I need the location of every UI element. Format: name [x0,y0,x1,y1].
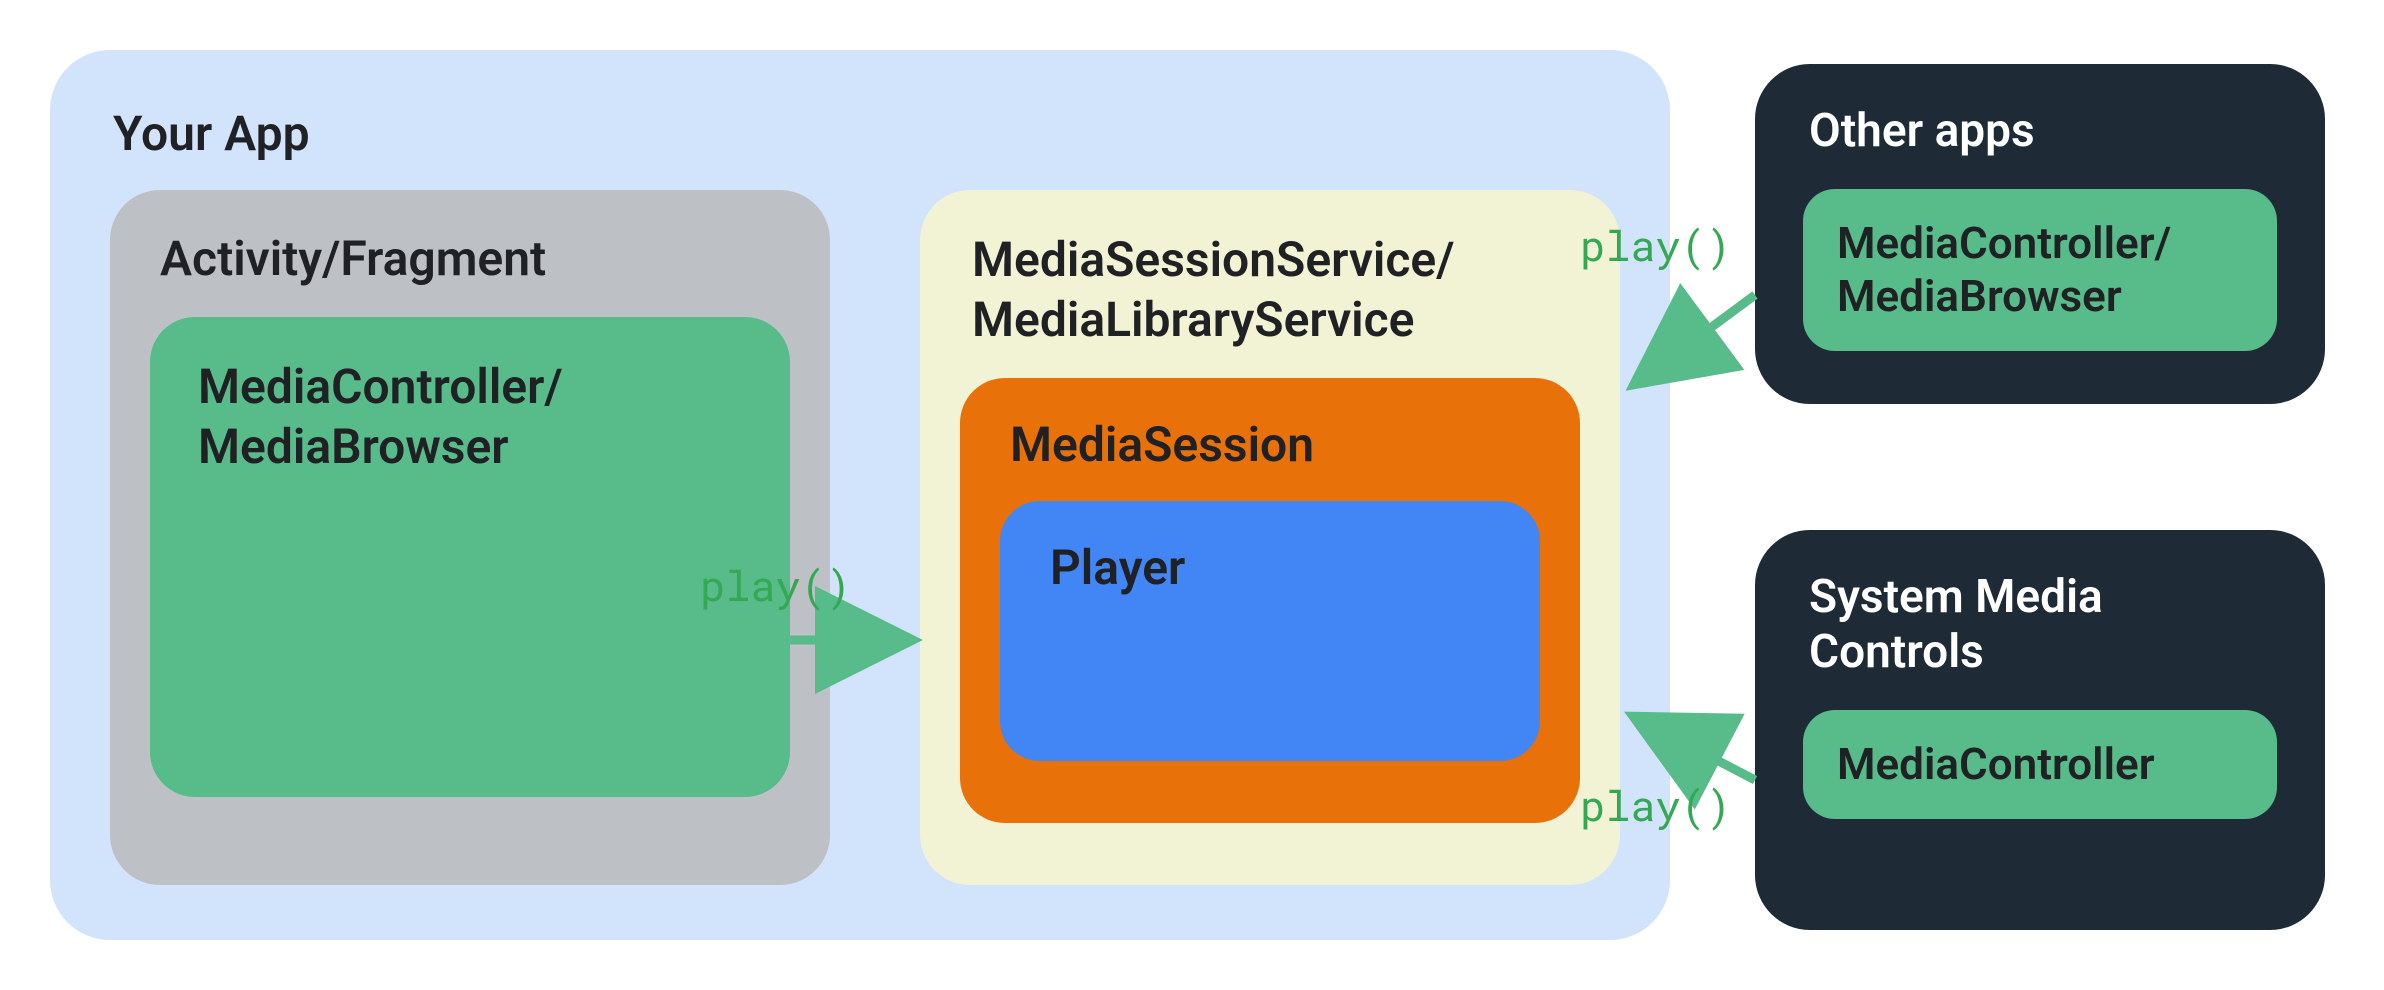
activity-fragment-title: Activity/Fragment [160,230,790,287]
player-title: Player [1050,539,1500,596]
other-apps-title: Other apps [1809,104,2277,159]
media-service-title: MediaSessionService/MediaLibraryService [972,230,1580,350]
system-controls-title: System MediaControls [1809,570,2277,680]
your-app-title: Your App [113,105,1615,162]
media-session-title: MediaSession [1010,416,1540,473]
media-service-box: MediaSessionService/MediaLibraryService … [920,190,1620,885]
media-session-box: MediaSession Player [960,378,1580,823]
system-controls-box: System MediaControls MediaController [1755,530,2325,930]
activity-fragment-box: Activity/Fragment MediaController/MediaB… [110,190,830,885]
system-controls-controller-label: MediaController [1803,710,2277,819]
your-app-controller-label: MediaController/MediaBrowser [198,357,750,477]
other-apps-controller-label: MediaController/MediaBrowser [1803,189,2277,351]
player-box: Player [1000,501,1540,761]
play-label-1: play() [700,558,851,613]
play-label-2: play() [1580,218,1731,273]
play-label-3: play() [1580,778,1731,833]
your-app-controller-box: MediaController/MediaBrowser [150,317,790,797]
other-apps-box: Other apps MediaController/MediaBrowser [1755,64,2325,404]
diagram-canvas: Your App Activity/Fragment MediaControll… [0,0,2384,990]
